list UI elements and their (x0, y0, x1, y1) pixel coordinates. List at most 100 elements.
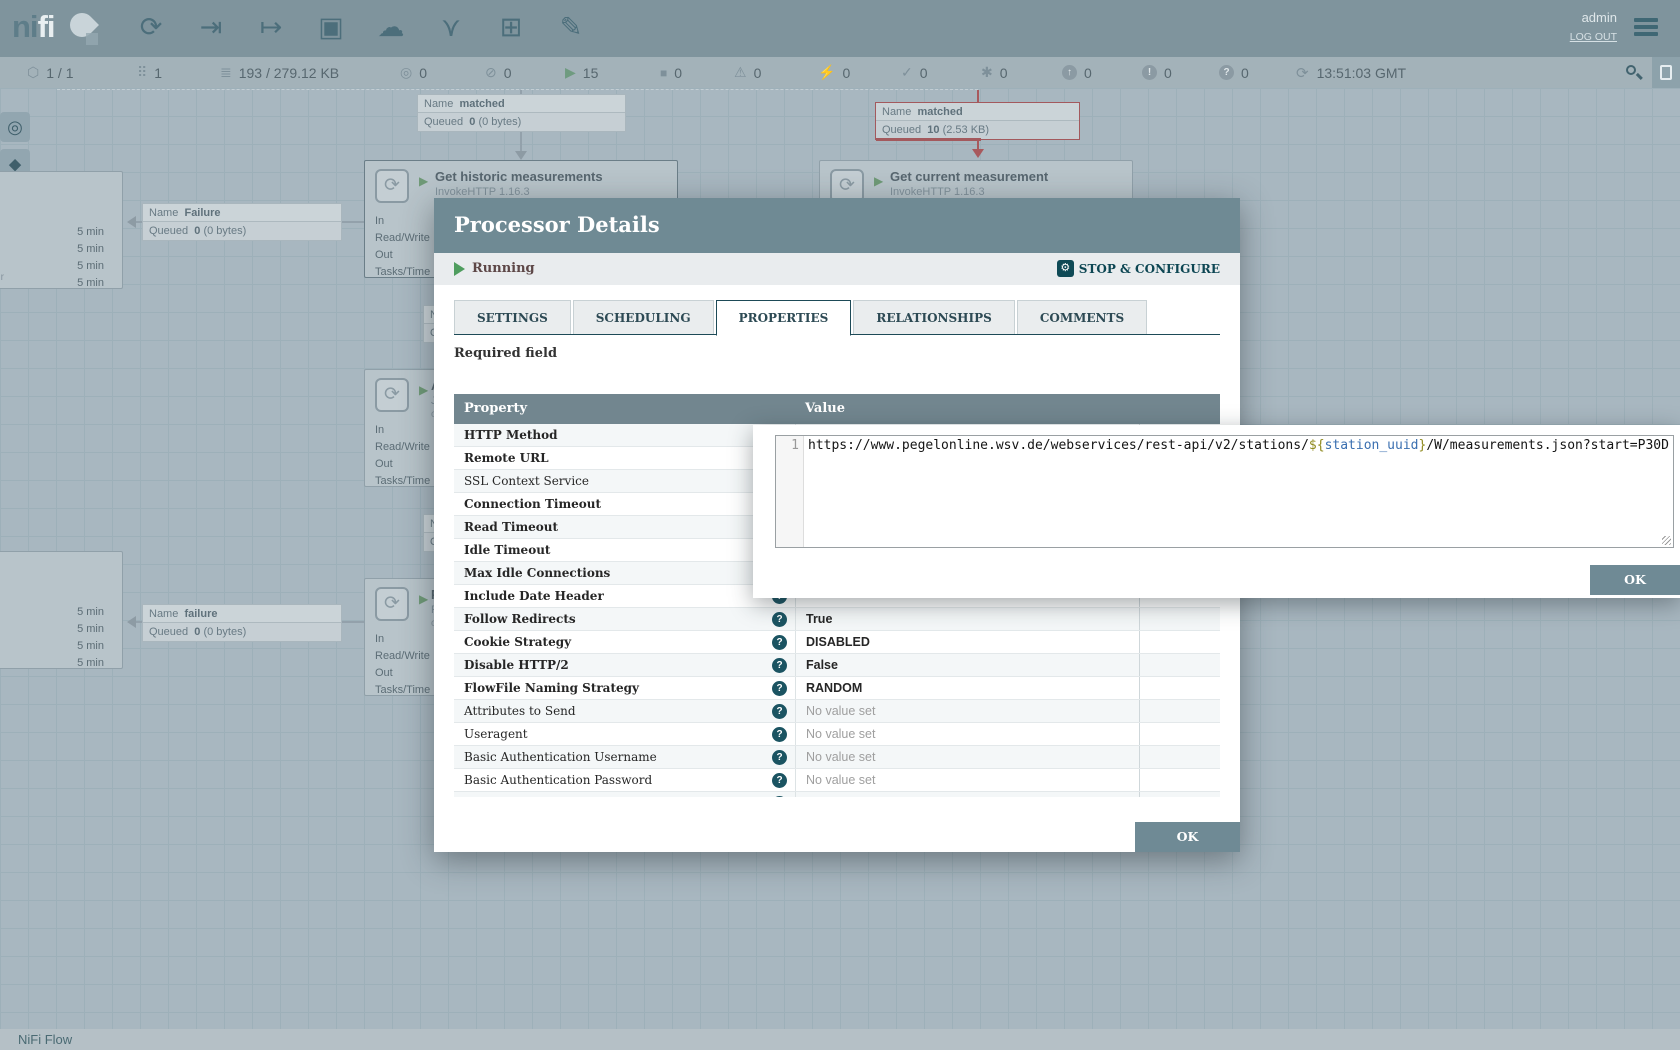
output-port-icon[interactable]: ↦ (254, 8, 288, 46)
table-row-partial[interactable]: ? (454, 792, 1220, 797)
running-indicator-icon: ▶ (874, 174, 883, 188)
disabled-icon: ⚡ (818, 64, 835, 81)
label-icon[interactable]: ✎ (554, 8, 588, 46)
value-code-line[interactable]: https://www.pegelonline.wsv.de/webservic… (804, 436, 1669, 547)
invalid-icon: ⚠ (734, 64, 747, 81)
up-to-date-count: 0 (920, 65, 928, 81)
help-icon[interactable]: ? (772, 773, 787, 788)
connection-label-matched-selected[interactable]: Name matched Queued 10 (2.53 KB) (875, 102, 1080, 140)
refresh-icon[interactable]: ⟳ (1296, 64, 1309, 82)
global-menu-icon[interactable] (1634, 18, 1658, 36)
processor-type-icon: ⟳ (375, 169, 409, 203)
running-play-icon (454, 262, 465, 276)
tab-comments[interactable]: COMMENTS (1017, 300, 1147, 334)
help-icon[interactable]: ? (772, 612, 787, 627)
processor-type-icon: ⟳ (375, 378, 409, 412)
processor-name-fragment: r (1, 272, 4, 283)
dialog-tabs: SETTINGS SCHEDULING PROPERTIES RELATIONS… (454, 300, 1220, 335)
processor-stat-labels: In Read/Write Out Tasks/Time (375, 213, 430, 281)
processor-type: InvokeHTTP 1.16.3 (435, 186, 530, 198)
threads-count: 1 (154, 65, 162, 81)
help-icon[interactable]: ? (772, 704, 787, 719)
dialog-ok-button[interactable]: OK (1135, 822, 1240, 852)
help-icon[interactable]: ? (772, 658, 787, 673)
dialog-status-row: Running ⚙ STOP & CONFIGURE (434, 253, 1240, 285)
view-icon[interactable]: ◎ (0, 112, 30, 142)
processor-node[interactable]: r 5 min 5 min 5 min 5 min (0, 171, 123, 289)
tab-properties[interactable]: PROPERTIES (716, 300, 852, 336)
connection-label-failure[interactable]: Name failure Queued 0 (0 bytes) (142, 604, 342, 642)
running-indicator-icon: ▶ (419, 383, 428, 397)
help-icon[interactable]: ? (772, 750, 787, 765)
selected-connection-highlight (876, 138, 981, 141)
table-row[interactable]: FlowFile Naming Strategy?RANDOM (454, 677, 1220, 700)
help-icon[interactable]: ? (772, 796, 787, 797)
breadcrumb-root[interactable]: NiFi Flow (18, 1032, 72, 1047)
processor-type: InvokeHTTP 1.16.3 (890, 186, 985, 198)
table-row[interactable]: Basic Authentication Password?No value s… (454, 769, 1220, 792)
remote-process-group-icon[interactable]: ☁ (374, 8, 408, 46)
locally-modified-stale-icon: ! (1142, 65, 1157, 80)
not-transmitting-icon: ⊘ (485, 64, 497, 81)
locally-modified-stale-count: 0 (1164, 65, 1172, 81)
current-user: admin (1570, 10, 1617, 25)
operate-panel-toggle[interactable] (1652, 57, 1680, 88)
connection-label-matched[interactable]: Name matched Queued 0 (0 bytes) (417, 94, 626, 132)
alignment-guide (57, 89, 978, 90)
locally-modified-icon: ✱ (981, 64, 993, 81)
expression-variable: station_uuid (1325, 438, 1419, 453)
threads-icon: ⠿ (137, 64, 147, 81)
panel-icon (1660, 65, 1672, 80)
sync-failure-icon: ? (1219, 65, 1234, 80)
processor-stat-labels: In Read/Write Out Tasks/Time (375, 631, 430, 699)
processor-stat-values: 5 min 5 min 5 min 5 min (77, 224, 104, 292)
last-refresh-time: 13:51:03 GMT (1317, 65, 1407, 81)
table-row[interactable]: Follow Redirects?True (454, 608, 1220, 631)
tab-relationships[interactable]: RELATIONSHIPS (853, 300, 1014, 334)
resize-handle-icon[interactable] (1662, 536, 1671, 545)
invalid-count: 0 (754, 65, 762, 81)
transmitting-icon: ◎ (400, 64, 412, 81)
search-icon[interactable] (1625, 64, 1643, 82)
table-row[interactable]: Disable HTTP/2?False (454, 654, 1220, 677)
queued-icon: ≣ (220, 64, 232, 81)
funnel-icon[interactable]: ⋎ (434, 8, 468, 46)
transmitting-count: 0 (419, 65, 427, 81)
not-transmitting-count: 0 (504, 65, 512, 81)
help-icon[interactable]: ? (772, 635, 787, 650)
table-row[interactable]: Attributes to Send?No value set (454, 700, 1220, 723)
processor-node[interactable]: 5 min 5 min 5 min 5 min (0, 551, 123, 669)
property-column-header: Property (454, 394, 795, 424)
help-icon[interactable]: ? (772, 681, 787, 696)
input-port-icon[interactable]: ⇥ (194, 8, 228, 46)
line-number-gutter: 1 (776, 436, 804, 547)
template-icon[interactable]: ⊞ (494, 8, 528, 46)
value-editor[interactable]: 1 https://www.pegelonline.wsv.de/webserv… (775, 435, 1674, 548)
connection-arrowhead (127, 616, 136, 628)
running-count: 15 (583, 65, 599, 81)
editor-ok-button[interactable]: OK (1590, 565, 1680, 595)
tab-scheduling[interactable]: SCHEDULING (573, 300, 714, 334)
table-row[interactable]: Basic Authentication Username?No value s… (454, 746, 1220, 769)
table-row[interactable]: Cookie Strategy?DISABLED (454, 631, 1220, 654)
cluster-count: 1 / 1 (46, 65, 73, 81)
stop-and-configure-button[interactable]: ⚙ STOP & CONFIGURE (1057, 260, 1220, 277)
gear-icon: ⚙ (1057, 260, 1074, 277)
disabled-count: 0 (842, 65, 850, 81)
table-row[interactable]: Useragent?No value set (454, 723, 1220, 746)
connection-label-failure[interactable]: Name Failure Queued 0 (0 bytes) (142, 203, 342, 241)
connection-arrowhead (127, 216, 136, 228)
logout-link[interactable]: LOG OUT (1570, 31, 1617, 43)
breadcrumb[interactable]: NiFi Flow (0, 1029, 1680, 1050)
connection-arrowhead (972, 149, 984, 158)
running-status-label: Running (472, 261, 535, 276)
running-indicator-icon: ▶ (419, 592, 428, 606)
help-icon[interactable]: ? (772, 727, 787, 742)
cluster-icon: ⬡ (27, 64, 39, 81)
tab-settings[interactable]: SETTINGS (454, 300, 571, 334)
dialog-header: Processor Details (434, 198, 1240, 253)
running-icon: ▶ (565, 64, 576, 81)
stale-icon: ↑ (1062, 65, 1077, 80)
processor-icon[interactable]: ⟳ (134, 8, 168, 46)
process-group-icon[interactable]: ▣ (314, 8, 348, 46)
